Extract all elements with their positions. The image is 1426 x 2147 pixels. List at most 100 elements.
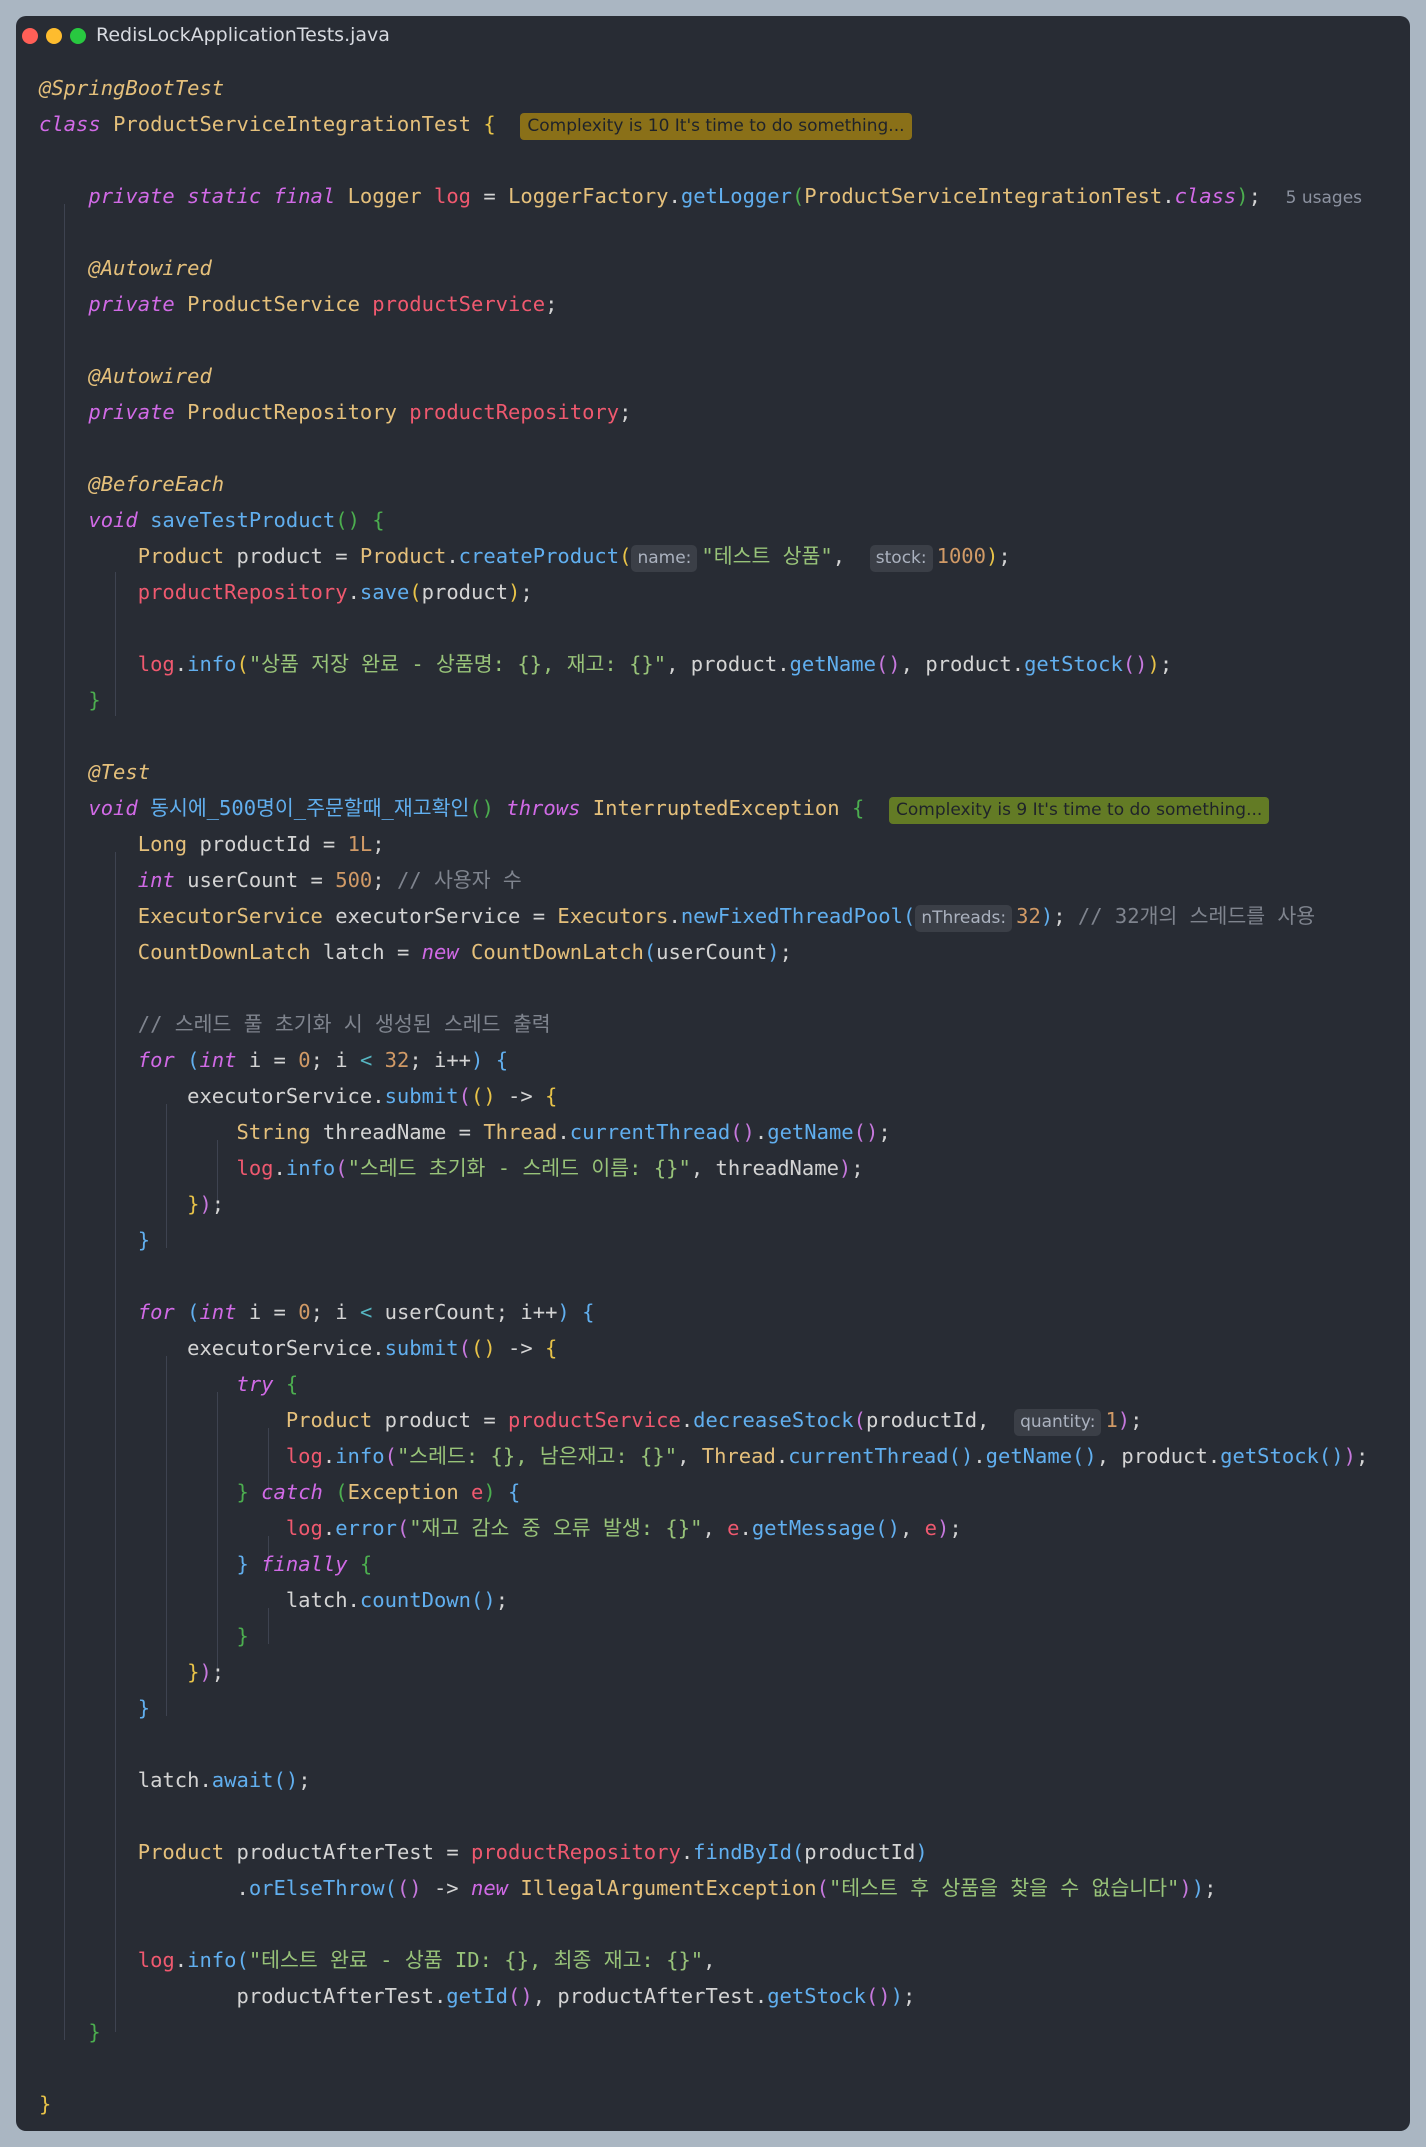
code-line[interactable]: private static final Logger log = Logger… [39,178,1368,214]
code-line[interactable]: } [39,682,1368,718]
code-line[interactable]: } [39,2086,1368,2122]
code-line[interactable]: } catch (Exception e) { [39,1474,1368,1510]
code-line[interactable]: String threadName = Thread.currentThread… [39,1114,1368,1150]
close-window-icon[interactable] [22,28,38,44]
code-line[interactable]: void saveTestProduct() { [39,502,1368,538]
code-line[interactable]: @Autowired [39,358,1368,394]
code-line[interactable]: } [39,1618,1368,1654]
blank-line[interactable] [39,1906,1368,1942]
code-token: private [88,400,175,424]
code-line[interactable]: // 스레드 풀 초기화 시 생성된 스레드 출력 [39,1006,1368,1042]
code-token: () [853,1120,879,1144]
code-token: () [469,796,495,820]
blank-line[interactable] [39,430,1368,466]
code-line[interactable]: Product productAfterTest = productReposi… [39,1834,1368,1870]
code-token: @BeforeEach [88,472,225,496]
code-line[interactable]: log.info("상품 저장 완료 - 상품명: {}, 재고: {}", p… [39,646,1368,682]
code-editor[interactable]: @SpringBootTest class ProductServiceInte… [39,70,1368,2122]
code-line[interactable]: log.info("테스트 완료 - 상품 ID: {}, 최종 재고: {}"… [39,1942,1368,1978]
code-token: { [359,1552,373,1576]
code-token: () [1072,1444,1097,1468]
code-line[interactable]: private ProductService productService; [39,286,1368,322]
code-line[interactable]: CountDownLatch latch = new CountDownLatc… [39,934,1368,970]
complexity-badge[interactable]: Complexity is 9 It's time to do somethin… [888,797,1270,824]
code-token: try [236,1372,274,1396]
code-line[interactable]: .orElseThrow(() -> new IllegalArgumentEx… [39,1870,1368,1906]
code-token: "재고 감소 중 오류 발생: {}" [409,1516,703,1540]
code-line[interactable]: class ProductServiceIntegrationTest { Co… [39,106,1368,142]
code-token: { [545,1336,558,1360]
code-line[interactable]: @Autowired [39,250,1368,286]
param-hint: quantity: [1014,1409,1102,1436]
blank-line[interactable] [39,1726,1368,1762]
code-line[interactable]: Product product = Product.createProduct(… [39,538,1368,574]
code-token: log [137,1948,175,1972]
code-token: currentThread [569,1120,731,1144]
code-token: ) [557,1300,570,1324]
minimize-window-icon[interactable] [46,28,62,44]
blank-line[interactable] [39,214,1368,250]
blank-line[interactable] [39,322,1368,358]
blank-line[interactable] [39,142,1368,178]
code-line[interactable]: log.info("스레드 초기화 - 스레드 이름: {}", threadN… [39,1150,1368,1186]
editor-window: RedisLockApplicationTests.java @SpringBo… [16,16,1410,2131]
complexity-badge[interactable]: Complexity is 10 It's time to do somethi… [520,113,912,140]
code-line[interactable]: } [39,1690,1368,1726]
code-token: getName [789,652,876,676]
code-token: Thread [483,1120,558,1144]
code-line[interactable]: Long productId = 1L; [39,826,1368,862]
code-token: decreaseStock [693,1408,854,1432]
code-token: Executors [557,904,669,928]
blank-line[interactable] [39,970,1368,1006]
blank-line[interactable] [39,610,1368,646]
code-token: ( [458,1336,471,1360]
code-line[interactable]: } finally { [39,1546,1368,1582]
code-line[interactable]: latch.await(); [39,1762,1368,1798]
code-line[interactable]: productRepository.save(product); [39,574,1368,610]
code-token: log [285,1444,323,1468]
blank-line[interactable] [39,1798,1368,1834]
code-line[interactable]: @Test [39,754,1368,790]
code-token: final [273,184,336,208]
code-line[interactable]: } [39,2014,1368,2050]
code-token: productRepository [409,400,620,424]
code-token: ) [986,544,999,568]
code-token: ) [1343,1444,1356,1468]
usages-hint[interactable]: 5 usages [1286,188,1362,208]
code-line[interactable]: private ProductRepository productReposit… [39,394,1368,430]
code-line[interactable]: @SpringBootTest [39,70,1368,106]
code-token: ( [791,184,805,208]
code-token: () [335,508,360,532]
code-token: 32 [1016,904,1041,928]
code-token: int [199,1300,237,1324]
code-line[interactable]: ExecutorService executorService = Execut… [39,898,1368,934]
code-line[interactable]: }); [39,1186,1368,1222]
code-line[interactable]: executorService.submit(() -> { [39,1330,1368,1366]
code-line[interactable]: }); [39,1654,1368,1690]
code-token: countDown [359,1588,471,1612]
code-line[interactable]: for (int i = 0; i < userCount; i++) { [39,1294,1368,1330]
code-line[interactable]: productAfterTest.getId(), productAfterTe… [39,1978,1368,2014]
code-line[interactable]: try { [39,1366,1368,1402]
code-line[interactable]: Product product = productService.decreas… [39,1402,1368,1438]
code-line[interactable]: log.info("스레드: {}, 남은재고: {}", Thread.cur… [39,1438,1368,1474]
code-line[interactable]: log.error("재고 감소 중 오류 발생: {}", e.getMess… [39,1510,1368,1546]
code-line[interactable]: executorService.submit(() -> { [39,1078,1368,1114]
code-token: ) [199,1660,212,1684]
code-line[interactable]: } [39,1222,1368,1258]
blank-line[interactable] [39,718,1368,754]
blank-line[interactable] [39,1258,1368,1294]
code-line[interactable]: int userCount = 500; // 사용자 수 [39,862,1368,898]
code-line[interactable]: @BeforeEach [39,466,1368,502]
code-line[interactable]: for (int i = 0; i < 32; i++) { [39,1042,1368,1078]
code-line[interactable]: void 동시에_500명이_주문할때_재고확인() throws Interr… [39,790,1368,826]
zoom-window-icon[interactable] [70,28,86,44]
blank-line[interactable] [39,2050,1368,2086]
code-line[interactable]: latch.countDown(); [39,1582,1368,1618]
code-token: ) [890,1984,903,2008]
code-token: "상품 저장 완료 - 상품명: {}, 재고: {}" [248,652,667,676]
code-token: throws [506,796,581,820]
code-token: productRepository [137,580,348,604]
code-token: Product [285,1408,373,1432]
code-token: e [727,1516,740,1540]
